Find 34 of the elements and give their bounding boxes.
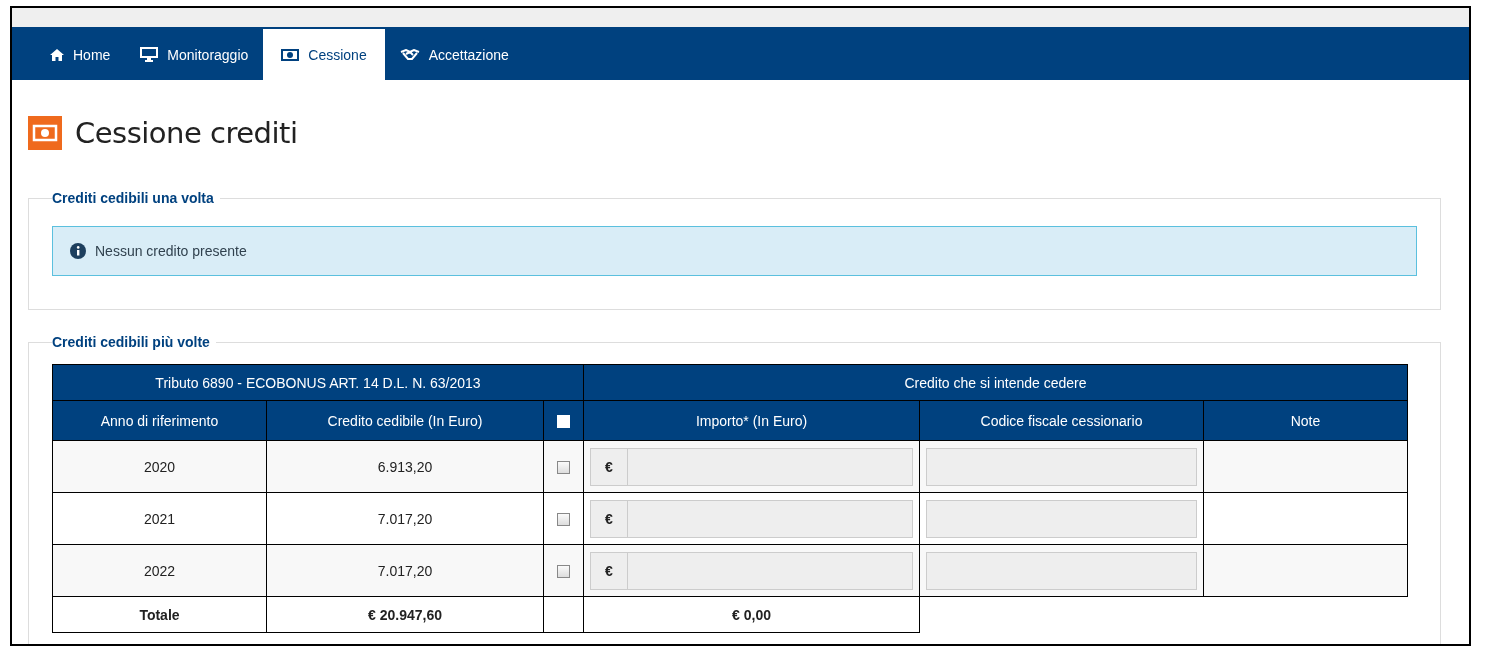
table-cell: 2021 [52, 492, 267, 545]
home-icon [50, 48, 64, 61]
banknote-icon [281, 48, 300, 61]
section-title: Crediti cedibili più volte [52, 334, 211, 350]
nav-tab[interactable]: Monitoraggio [125, 29, 264, 80]
column-header: Note [1203, 400, 1408, 441]
table-cell: 2020 [52, 440, 267, 493]
nav-tab[interactable]: Cessione [263, 29, 385, 80]
alert-message: Nessun credito presente [95, 243, 247, 259]
column-header: Codice fiscale cessionario [919, 400, 1204, 441]
table-cell: 6.913,20 [266, 440, 544, 493]
column-group-header: Credito che si intende cedere [583, 364, 1408, 401]
nav-tab[interactable]: Accettazione [384, 29, 524, 80]
table-cell: 7.017,20 [266, 544, 544, 597]
select-all-checkbox[interactable] [557, 415, 570, 429]
total-credit: € 20.947,60 [266, 596, 544, 633]
section-title: Crediti cedibili una volta [52, 190, 215, 206]
banknote-icon [28, 116, 62, 150]
row-checkbox[interactable] [557, 461, 570, 475]
total-amount: € 0,00 [583, 596, 920, 633]
info-icon [70, 243, 86, 259]
row-checkbox[interactable] [557, 513, 570, 527]
total-label: Totale [52, 596, 267, 633]
nav-tab[interactable]: Home [35, 29, 126, 80]
row-checkbox[interactable] [557, 565, 570, 579]
column-group-header: Tributo 6890 - ECOBONUS ART. 14 D.L. N. 63/2013 [52, 364, 584, 401]
table-cell: 7.017,20 [266, 492, 544, 545]
column-header: Importo* (In Euro) [583, 400, 920, 441]
handshake-icon [399, 48, 420, 61]
column-header: Credito cedibile (In Euro) [266, 400, 544, 441]
column-header: Anno di riferimento [52, 400, 267, 441]
monitor-icon [140, 47, 159, 62]
page-title: Cessione crediti [75, 116, 298, 150]
table-cell: 2022 [52, 544, 267, 597]
